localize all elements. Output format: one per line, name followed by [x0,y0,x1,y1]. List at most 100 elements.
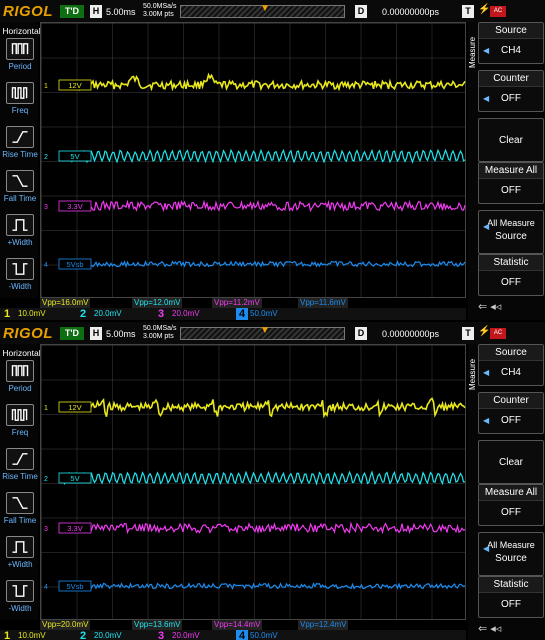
clear-button[interactable]: Clear [478,440,544,484]
horizontal-item-rise-time[interactable]: Rise Time [2,448,38,481]
waveform-grid[interactable]: 1 12V 2 5V 3 3.3V 4 5Vsb [40,22,466,298]
source-label: Source [479,345,543,361]
all-measure-source-button[interactable]: All Measure ◀ Source [478,210,544,254]
trigger-label[interactable]: T [462,327,474,340]
channel-number-3[interactable]: 3 [158,308,164,320]
vpp-reading-ch3: Vpp=11.2mV [212,298,262,308]
horizontal-item--width[interactable]: -Width [2,258,38,291]
channel-scale-4[interactable]: 50.0mV [250,308,278,320]
fall-time-icon [6,492,34,514]
minus-width-icon [6,258,34,280]
statistic-button[interactable]: Statistic OFF [478,576,544,618]
source-value: CH4 [500,45,521,56]
channel-scale-2[interactable]: 20.0mV [94,630,122,640]
channel-scale-2[interactable]: 20.0mV [94,308,122,320]
delay-label[interactable]: D [355,5,367,18]
measure-all-button[interactable]: Measure All OFF [478,484,544,526]
horizontal-item--width[interactable]: +Width [2,214,38,247]
rise-time-icon [6,448,34,470]
item-label: Period [8,384,32,393]
counter-label: Counter [479,393,543,409]
item-label: Rise Time [2,472,38,481]
horizontal-item--width[interactable]: -Width [2,580,38,613]
counter-button[interactable]: Counter ◀ OFF [478,392,544,434]
measurement-results: Vpp=20.0mV Vpp=13.6mV Vpp=14.4mV Vpp=12.4mV [40,620,466,630]
measure-all-label: Measure All [479,163,543,179]
waveform-grid[interactable]: 1 12V 2 5V 3 3.3V 4 5Vsb [40,344,466,620]
statistic-button[interactable]: Statistic OFF [478,254,544,296]
timebase-value[interactable]: 5.00ms [106,329,136,339]
trigger-status-badge: T'D [60,327,84,340]
selector-arrow-icon: ◀ [483,46,490,55]
timebase-value[interactable]: 5.00ms [106,7,136,17]
vpp-reading-ch2: Vpp=13.6mV [132,620,183,630]
period-icon [6,360,34,382]
horizontal-item-period[interactable]: Period [2,360,38,393]
channel-number-2[interactable]: 2 [80,630,86,640]
trigger-edge-icon: ⚡ [478,326,491,337]
source-button[interactable]: Source ◀ CH4 [478,344,544,386]
horizontal-label[interactable]: H [90,327,102,340]
channel-number-1[interactable]: 1 [4,630,10,640]
waveform-ch1 [62,397,466,419]
horizontal-item-period[interactable]: Period [2,38,38,71]
brand-logo: RIGOL [3,3,53,20]
channel-marker-2[interactable]: 2 [44,154,48,161]
channel-scale-1[interactable]: 10.0mV [18,630,46,640]
source-button[interactable]: Source ◀ CH4 [478,22,544,64]
channel-number-1[interactable]: 1 [4,308,10,320]
horizontal-item-fall-time[interactable]: Fall Time [2,492,38,525]
item-label: -Width [8,282,32,291]
delay-value[interactable]: 0.00000000ps [382,7,439,17]
acquisition-info: 50.0MSa/s 3.00M pts [143,3,176,19]
rise-time-icon [6,126,34,148]
usb-icon: ⇐ ◂◃ [478,623,502,635]
horizontal-item-fall-time[interactable]: Fall Time [2,170,38,203]
channel-marker-1[interactable]: 1 [44,83,48,90]
counter-value: OFF [501,93,521,104]
channel-number-3[interactable]: 3 [158,630,164,640]
channel-number-4[interactable]: 4 [236,308,249,320]
trigger-coupling-badge: AC [490,328,506,339]
item-label: +Width [7,238,33,247]
channel-number-4[interactable]: 4 [236,630,249,640]
channel-marker-3[interactable]: 3 [44,526,48,533]
menu-title: Measure [468,36,477,68]
trigger-label[interactable]: T [462,5,474,18]
channel-marker-4[interactable]: 4 [44,584,48,591]
channel-scale-3[interactable]: 20.0mV [172,308,200,320]
channel-scale-1[interactable]: 10.0mV [18,308,46,320]
clear-button[interactable]: Clear [478,118,544,162]
all-measure-source-button[interactable]: All Measure ◀ Source [478,532,544,576]
channel-scale-4[interactable]: 50.0mV [250,630,278,640]
horizontal-item-rise-time[interactable]: Rise Time [2,126,38,159]
channel-marker-4[interactable]: 4 [44,262,48,269]
horizontal-item-freq[interactable]: Freq [2,82,38,115]
channel-label-3: 3.3V [67,524,82,533]
counter-button[interactable]: Counter ◀ OFF [478,70,544,112]
channel-scale-3[interactable]: 20.0mV [172,630,200,640]
counter-label: Counter [479,71,543,87]
waveform-ch4 [62,582,466,590]
channel-marker-1[interactable]: 1 [44,405,48,412]
plus-width-icon [6,214,34,236]
waveform-ch2 [62,470,466,486]
channel-marker-2[interactable]: 2 [44,476,48,483]
trigger-position-marker-icon[interactable]: ▼ [260,3,270,14]
delay-value[interactable]: 0.00000000ps [382,329,439,339]
vpp-reading-ch1: Vpp=20.0mV [40,620,91,630]
channel-number-2[interactable]: 2 [80,308,86,320]
channel-marker-3[interactable]: 3 [44,204,48,211]
horizontal-measure-panel: Horizontal Period Freq Rise Time Fall Time +… [0,22,41,298]
measure-all-button[interactable]: Measure All OFF [478,162,544,204]
measure-menu: Measure Source ◀ CH4 Counter ◀ OFF Clear M… [468,22,545,320]
selector-arrow-icon: ◀ [483,368,490,377]
horizontal-label[interactable]: H [90,5,102,18]
trigger-position-marker-icon[interactable]: ▼ [260,325,270,336]
usb-icon: ⇐ ◂◃ [478,301,502,313]
channel-label-3: 3.3V [67,202,82,211]
horizontal-item--width[interactable]: +Width [2,536,38,569]
delay-label[interactable]: D [355,327,367,340]
vpp-reading-ch2: Vpp=12.0mV [132,298,183,308]
horizontal-item-freq[interactable]: Freq [2,404,38,437]
